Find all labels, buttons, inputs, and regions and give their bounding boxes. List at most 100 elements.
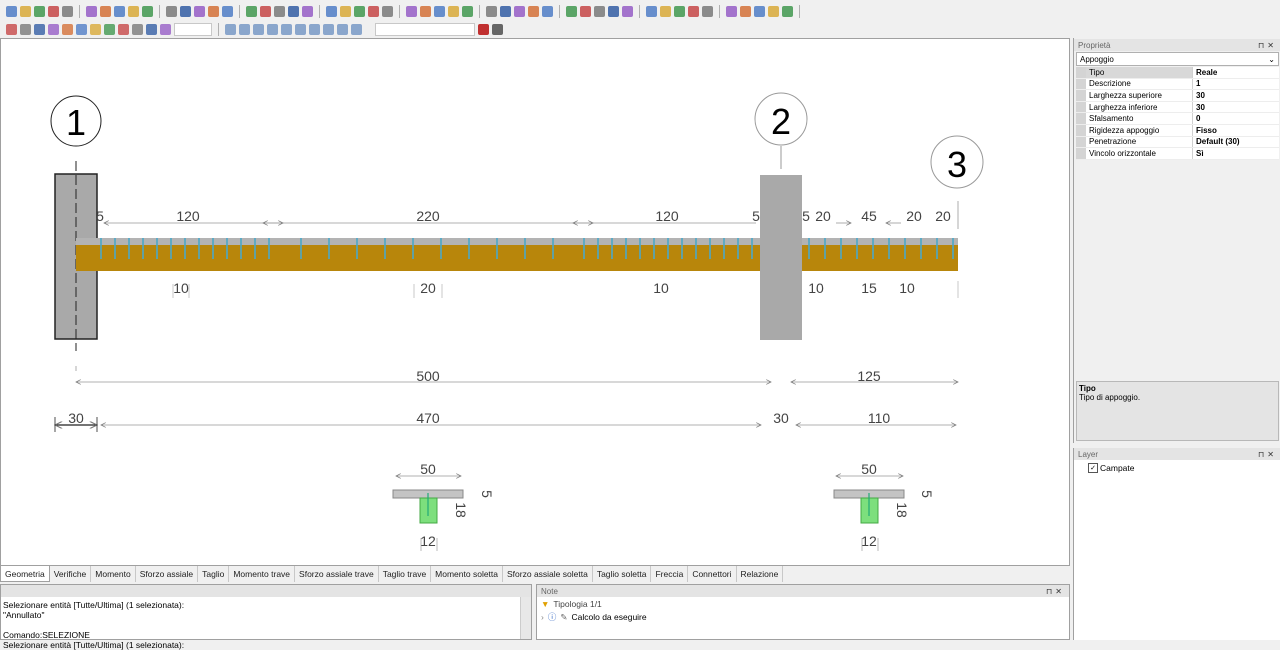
layer-field[interactable] — [375, 22, 475, 36]
load-icon[interactable] — [434, 5, 445, 17]
tool-icon[interactable] — [6, 23, 17, 35]
delete-icon[interactable] — [114, 5, 125, 17]
layer-checkbox[interactable]: ✓ — [1088, 463, 1098, 473]
tab-10[interactable]: Taglio soletta — [593, 566, 652, 582]
print-icon[interactable] — [368, 5, 379, 17]
arrow-down-icon[interactable] — [740, 5, 751, 17]
stirrup-icon[interactable] — [208, 5, 219, 17]
view-icon[interactable] — [323, 23, 334, 35]
property-value[interactable]: Default (30) — [1192, 136, 1279, 149]
tool-icon[interactable] — [132, 23, 143, 35]
connector-icon[interactable] — [420, 5, 431, 17]
print-icon[interactable] — [646, 5, 657, 17]
cancel-icon[interactable] — [608, 5, 619, 17]
info-icon[interactable] — [542, 5, 553, 17]
grid-icon[interactable] — [492, 23, 503, 35]
tab-9[interactable]: Sforzo assiale soletta — [503, 566, 593, 582]
tool-icon[interactable] — [160, 23, 171, 35]
view-icon[interactable] — [253, 23, 264, 35]
panel-controls[interactable]: ⊓✕ — [1046, 587, 1065, 596]
property-row[interactable]: Larghezza inferiore 30 — [1076, 101, 1279, 114]
print-icon[interactable] — [86, 5, 97, 17]
measure-icon[interactable] — [726, 5, 737, 17]
stirrup-icon[interactable] — [486, 5, 497, 17]
tool-icon[interactable] — [62, 23, 73, 35]
connector-icon[interactable] — [702, 5, 713, 17]
tab-13[interactable]: Relazione — [737, 566, 784, 582]
tab-11[interactable]: Freccia — [651, 566, 689, 582]
view-icon[interactable] — [281, 23, 292, 35]
tab-8[interactable]: Momento soletta — [431, 566, 504, 582]
tool-icon[interactable] — [20, 23, 31, 35]
stirrup-icon[interactable] — [768, 5, 779, 17]
open-icon[interactable] — [580, 5, 591, 17]
rotate-icon[interactable] — [194, 5, 205, 17]
property-value[interactable]: Fisso — [1192, 124, 1279, 137]
note-filter[interactable]: Tipologia 1/1 — [553, 599, 601, 609]
zoom-icon[interactable] — [100, 5, 111, 17]
panel-controls[interactable]: ⊓✕ — [1258, 41, 1277, 50]
tool-icon[interactable] — [118, 23, 129, 35]
redo-icon[interactable] — [354, 5, 365, 17]
undo-icon[interactable] — [622, 5, 633, 17]
save-icon[interactable] — [34, 5, 45, 17]
property-row[interactable]: Tipo Reale — [1076, 67, 1279, 79]
layer-item[interactable]: Campate — [1100, 463, 1135, 473]
list-icon[interactable] — [514, 5, 525, 17]
open-icon[interactable] — [302, 5, 313, 17]
support-icon[interactable] — [406, 5, 417, 17]
zoom-icon[interactable] — [660, 5, 671, 17]
property-value[interactable]: 30 — [1192, 101, 1279, 114]
view-icon[interactable] — [309, 23, 320, 35]
property-row[interactable]: Descrizione 1 — [1076, 78, 1279, 91]
property-value[interactable]: Reale — [1192, 67, 1279, 79]
new-file-icon[interactable] — [6, 5, 17, 17]
rotate-icon[interactable] — [754, 5, 765, 17]
zoom-field[interactable] — [174, 22, 212, 36]
note-item[interactable]: Calcolo da eseguire — [571, 612, 646, 622]
property-row[interactable]: Larghezza superiore 30 — [1076, 89, 1279, 102]
new-file-icon[interactable] — [566, 5, 577, 17]
tab-12[interactable]: Connettori — [688, 566, 737, 582]
command-window[interactable]: Selezionare entità [Tutte/Ultima] (1 sel… — [0, 584, 532, 650]
cancel-icon[interactable] — [48, 5, 59, 17]
support-icon[interactable] — [128, 5, 139, 17]
arrow-down-icon[interactable] — [180, 5, 191, 17]
property-value[interactable]: 1 — [1192, 78, 1279, 91]
tab-3[interactable]: Sforzo assiale — [136, 566, 199, 582]
expand-icon[interactable]: › — [541, 612, 544, 622]
command-scrollbar[interactable] — [520, 597, 531, 639]
panel-controls[interactable]: ⊓✕ — [1258, 450, 1277, 459]
info-icon[interactable] — [260, 5, 271, 17]
entity-selector[interactable]: Appoggio ⌄ — [1076, 52, 1279, 66]
tab-1[interactable]: Verifiche — [50, 566, 92, 582]
property-value[interactable]: Sì — [1192, 147, 1279, 160]
tool-icon[interactable] — [104, 23, 115, 35]
measure-icon[interactable] — [448, 5, 459, 17]
new-file-icon[interactable] — [288, 5, 299, 17]
align-icon[interactable] — [500, 5, 511, 17]
tool-icon[interactable] — [76, 23, 87, 35]
view-icon[interactable] — [239, 23, 250, 35]
property-row[interactable]: Penetrazione Default (30) — [1076, 136, 1279, 149]
view-icon[interactable] — [295, 23, 306, 35]
tool-icon[interactable] — [146, 23, 157, 35]
undo-icon[interactable] — [62, 5, 73, 17]
save-icon[interactable] — [594, 5, 605, 17]
connector-icon[interactable] — [142, 5, 153, 17]
tab-5[interactable]: Momento trave — [229, 566, 296, 582]
open-icon[interactable] — [20, 5, 31, 17]
view-icon[interactable] — [351, 23, 362, 35]
property-value[interactable]: 0 — [1192, 112, 1279, 125]
view-icon[interactable] — [225, 23, 236, 35]
drawing-canvas[interactable]: 1 2 3 5 120 220 120 5 5 20 45 20 20 10 2… — [0, 38, 1070, 566]
measure-icon[interactable] — [166, 5, 177, 17]
filter-icon[interactable]: ▼ — [541, 599, 549, 609]
color-icon[interactable] — [478, 23, 489, 35]
align-icon[interactable] — [222, 5, 233, 17]
tab-0[interactable]: Geometria — [0, 566, 50, 582]
grid-icon[interactable] — [528, 5, 539, 17]
tab-4[interactable]: Taglio — [198, 566, 230, 582]
help-icon[interactable] — [274, 5, 285, 17]
arrow-down-icon[interactable] — [462, 5, 473, 17]
